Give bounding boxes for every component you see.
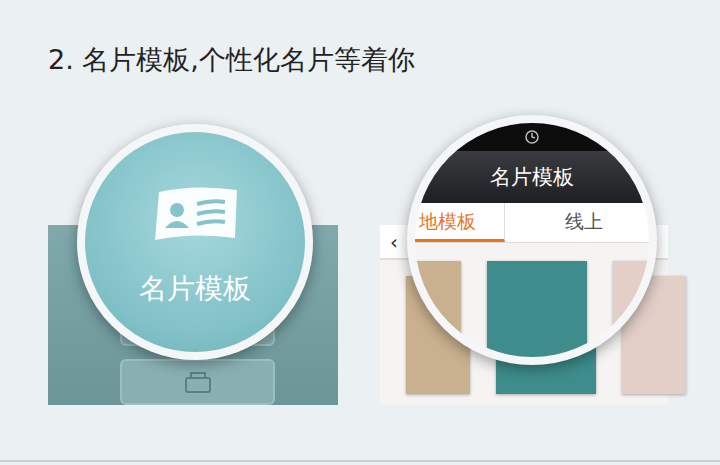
tab[interactable]: 线上 [505,203,650,242]
app-home-screenshot: 名片模板 [48,225,338,405]
drawer-icon [183,370,213,394]
template-screen-screenshot: ‹名片模板地模板线上 [380,225,668,405]
menu-slot[interactable] [120,359,275,405]
template-card[interactable] [487,261,587,365]
feature-title: 2. 名片模板,个性化名片等着你 [0,0,720,78]
magnifier-lens: 名片模板地模板线上 [407,115,657,365]
back-button[interactable]: ‹ [390,230,398,254]
magnifier-lens: 名片模板 [77,124,313,360]
divider [0,460,720,462]
screen-header: 名片模板 [415,151,649,203]
template-button[interactable]: 名片模板 [85,132,305,306]
clock-icon [524,129,540,145]
business-card-icon [145,182,245,246]
tab[interactable]: 地模板 [415,203,505,242]
status-bar [415,123,649,151]
feature-page: 2. 名片模板,个性化名片等着你名片模板‹名片模板地模板线上 [0,0,720,465]
tab-bar: 地模板线上 [415,203,649,243]
template-label: 名片模板 [139,272,251,306]
